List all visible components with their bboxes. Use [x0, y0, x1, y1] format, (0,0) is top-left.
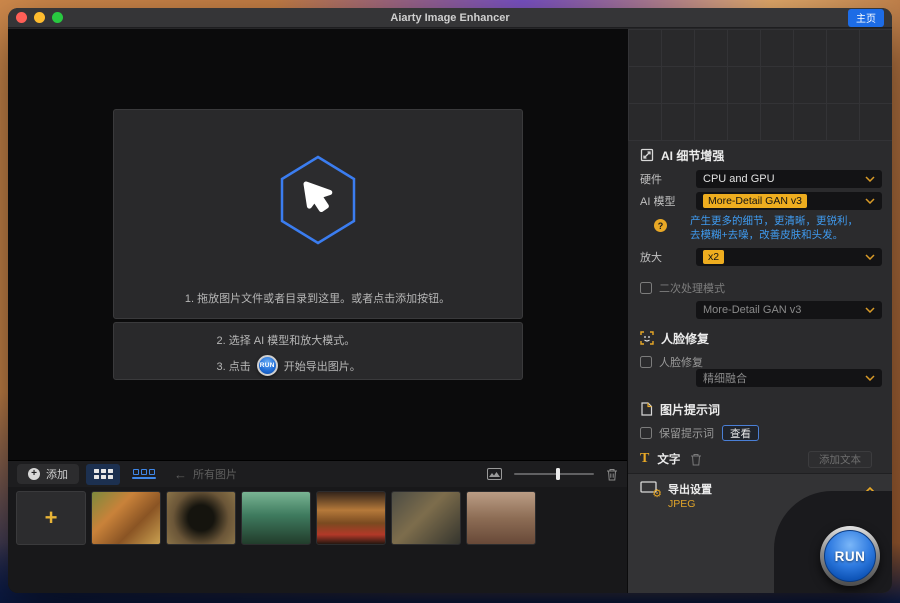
- all-images-nav[interactable]: ← 所有图片: [174, 466, 237, 482]
- preview-grid: [628, 29, 892, 141]
- secondary-model-select[interactable]: More-Detail GAN v3: [696, 301, 882, 319]
- face-restore-label: 人脸修复: [659, 354, 703, 370]
- desktop: { "window": { "title": "Aiarty Image Enh…: [0, 0, 900, 603]
- instruction-step-3-prefix: 3. 点击: [217, 358, 251, 374]
- keep-prompt-label: 保留提示词: [659, 425, 714, 441]
- thumbnail-size-icon: [487, 468, 502, 480]
- instruction-step-2: 2. 选择 AI 模型和放大模式。: [217, 332, 522, 348]
- scale-select[interactable]: x2: [696, 248, 882, 266]
- add-images-button[interactable]: + 添加: [17, 464, 79, 484]
- main-content: 1. 拖放图片文件或者目录到这里。或者点击添加按钮。 2. 选择 AI 模型和放…: [8, 29, 892, 593]
- export-settings-title: 导出设置: [668, 481, 712, 497]
- section-detail-enhance: AI 细节增强: [640, 147, 724, 163]
- instruction-step-1: 1. 拖放图片文件或者目录到这里。或者点击添加按钮。: [114, 290, 522, 306]
- view-prompt-button[interactable]: 查看: [722, 425, 759, 441]
- delete-all-icon[interactable]: [606, 468, 618, 481]
- face-blend-select[interactable]: 精细融合: [696, 369, 882, 387]
- thumbnail-size-slider[interactable]: [514, 468, 594, 480]
- close-window-button[interactable]: [16, 12, 27, 23]
- hardware-label: 硬件: [640, 171, 696, 187]
- export-format-value: JPEG: [668, 498, 712, 510]
- run-badge-icon: RUN: [257, 355, 278, 376]
- filmstrip-view-toggle[interactable]: [127, 464, 161, 485]
- ai-model-badge: More-Detail GAN v3: [703, 194, 807, 208]
- text-label: 文字: [657, 451, 680, 467]
- thumb-tiger[interactable]: [91, 491, 161, 545]
- secondary-mode-row: 二次处理模式: [640, 279, 882, 297]
- plus-circle-icon: +: [28, 468, 40, 480]
- all-images-label: 所有图片: [193, 466, 237, 482]
- hardware-select[interactable]: CPU and GPU: [696, 170, 882, 188]
- face-restore-checkbox[interactable]: [640, 356, 652, 368]
- scale-label: 放大: [640, 249, 696, 265]
- secondary-mode-label: 二次处理模式: [659, 280, 725, 296]
- thumb-butterfly[interactable]: [166, 491, 236, 545]
- thumb-forest-jar[interactable]: [241, 491, 311, 545]
- run-button-ring: RUN: [820, 526, 880, 586]
- text-row: T 文字 添加文本: [640, 450, 882, 468]
- add-image-tile[interactable]: +: [16, 491, 86, 545]
- gear-icon: ⚙: [652, 489, 662, 500]
- filmstrip-toolbar: + 添加 ← 所有图片: [8, 460, 627, 487]
- drop-zone[interactable]: 1. 拖放图片文件或者目录到这里。或者点击添加按钮。: [113, 109, 523, 319]
- document-icon: [640, 402, 653, 416]
- ai-model-row: AI 模型 More-Detail GAN v3: [640, 192, 882, 210]
- app-window: Aiarty Image Enhancer 主页 1. 拖放图片文件或者目录到这…: [8, 8, 892, 593]
- chevron-down-icon: [865, 375, 875, 381]
- filmstrip: +: [8, 487, 627, 545]
- detail-enhance-icon: [640, 148, 654, 162]
- instructions-box: 2. 选择 AI 模型和放大模式。 3. 点击 RUN 开始导出图片。: [113, 322, 523, 380]
- export-zone: ⚙ 导出设置 JPEG RUN: [628, 473, 892, 593]
- titlebar: Aiarty Image Enhancer 主页: [8, 8, 892, 28]
- chevron-down-icon: [865, 198, 875, 204]
- scale-badge: x2: [703, 250, 724, 264]
- chevron-down-icon: [865, 176, 875, 182]
- instruction-step-3-suffix: 开始导出图片。: [284, 358, 361, 374]
- instruction-step-3: 3. 点击 RUN 开始导出图片。: [217, 355, 522, 376]
- home-button[interactable]: 主页: [848, 9, 884, 27]
- ai-model-label: AI 模型: [640, 193, 696, 209]
- filmstrip-zone: +: [8, 487, 627, 593]
- minimize-window-button[interactable]: [34, 12, 45, 23]
- workspace-column: 1. 拖放图片文件或者目录到这里。或者点击添加按钮。 2. 选择 AI 模型和放…: [8, 29, 627, 593]
- zoom-window-button[interactable]: [52, 12, 63, 23]
- settings-panel: AI 细节增强 硬件 CPU and GPU AI 模型 More-Detail…: [627, 29, 892, 593]
- keep-prompt-row: 保留提示词 查看: [640, 424, 882, 442]
- secondary-model-row: More-Detail GAN v3: [696, 301, 882, 319]
- add-text-button[interactable]: 添加文本: [808, 451, 872, 468]
- chevron-down-icon: [865, 307, 875, 313]
- thumb-steampunk-dog[interactable]: [391, 491, 461, 545]
- run-button-backing: RUN: [774, 491, 892, 593]
- model-hint: 产生更多的细节，更清晰，更锐利， 去模糊+去噪，改善皮肤和头发。: [690, 214, 884, 242]
- keep-prompt-checkbox[interactable]: [640, 427, 652, 439]
- add-images-label: 添加: [46, 466, 68, 482]
- thumb-woman-portrait[interactable]: [466, 491, 536, 545]
- export-settings-icon: ⚙: [640, 481, 660, 499]
- section-face-restore: 人脸修复: [640, 330, 709, 346]
- face-restore-icon: [640, 331, 654, 345]
- scale-row: 放大 x2: [640, 248, 882, 266]
- drop-hexagon-icon: [276, 154, 360, 251]
- grid-view-icon: [94, 469, 113, 479]
- text-tool-icon: T: [640, 451, 649, 467]
- chevron-down-icon: [865, 254, 875, 260]
- run-button[interactable]: RUN: [824, 530, 876, 582]
- ai-model-select[interactable]: More-Detail GAN v3: [696, 192, 882, 210]
- grid-view-toggle[interactable]: [86, 464, 120, 485]
- face-blend-row: 精细融合: [696, 369, 882, 387]
- section-image-prompt: 图片提示词: [640, 401, 720, 417]
- secondary-mode-checkbox[interactable]: [640, 282, 652, 294]
- filmstrip-view-icon: [133, 469, 155, 475]
- hardware-row: 硬件 CPU and GPU: [640, 170, 882, 188]
- thumb-burger[interactable]: [316, 491, 386, 545]
- export-settings[interactable]: ⚙ 导出设置 JPEG: [640, 481, 712, 510]
- delete-text-icon[interactable]: [690, 453, 702, 466]
- window-title: Aiarty Image Enhancer: [8, 12, 892, 24]
- image-canvas[interactable]: 1. 拖放图片文件或者目录到这里。或者点击添加按钮。 2. 选择 AI 模型和放…: [8, 29, 627, 460]
- help-icon[interactable]: ?: [654, 219, 667, 232]
- slider-handle[interactable]: [556, 468, 560, 480]
- toolbar-right-group: [487, 468, 618, 481]
- back-arrow-icon: ←: [174, 467, 187, 482]
